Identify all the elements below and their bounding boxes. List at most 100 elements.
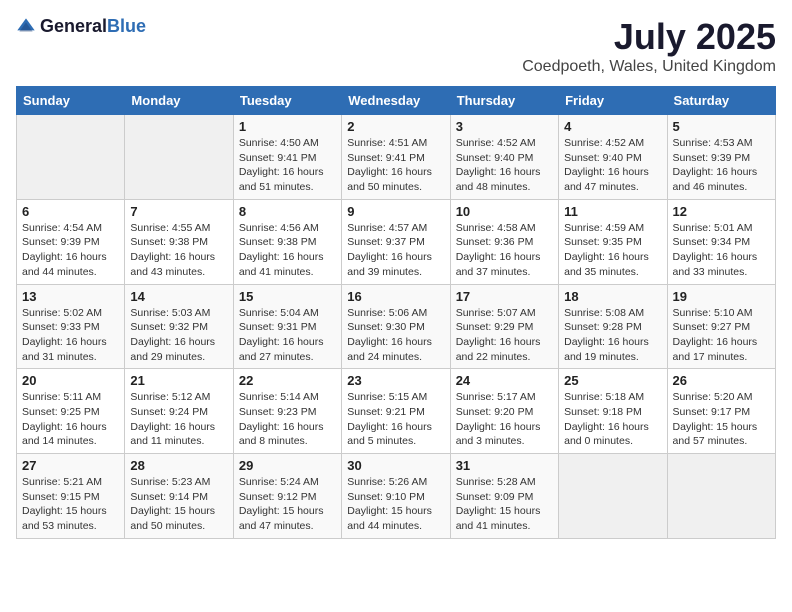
day-number: 4 <box>564 119 661 134</box>
day-number: 25 <box>564 373 661 388</box>
day-detail: Sunrise: 5:14 AMSunset: 9:23 PMDaylight:… <box>239 391 324 447</box>
day-number: 11 <box>564 204 661 219</box>
day-number: 14 <box>130 289 227 304</box>
title-area: July 2025 Coedpoeth, Wales, United Kingd… <box>522 16 776 76</box>
day-number: 26 <box>673 373 770 388</box>
calendar-cell: 21 Sunrise: 5:12 AMSunset: 9:24 PMDayligh… <box>125 369 233 454</box>
day-detail: Sunrise: 5:03 AMSunset: 9:32 PMDaylight:… <box>130 307 215 363</box>
logo-icon <box>16 17 36 37</box>
logo-general: General <box>40 16 107 36</box>
day-number: 30 <box>347 458 444 473</box>
day-number: 6 <box>22 204 119 219</box>
header-saturday: Saturday <box>667 87 775 115</box>
day-detail: Sunrise: 5:12 AMSunset: 9:24 PMDaylight:… <box>130 391 215 447</box>
day-detail: Sunrise: 4:56 AMSunset: 9:38 PMDaylight:… <box>239 222 324 278</box>
calendar-cell: 17 Sunrise: 5:07 AMSunset: 9:29 PMDayligh… <box>450 284 558 369</box>
header-friday: Friday <box>559 87 667 115</box>
calendar-cell: 26 Sunrise: 5:20 AMSunset: 9:17 PMDayligh… <box>667 369 775 454</box>
day-number: 5 <box>673 119 770 134</box>
day-detail: Sunrise: 5:04 AMSunset: 9:31 PMDaylight:… <box>239 307 324 363</box>
day-detail: Sunrise: 5:20 AMSunset: 9:17 PMDaylight:… <box>673 391 758 447</box>
calendar-week-row: 20Sunrise: 5:11 AMSunset: 9:25 PMDayligh… <box>17 369 776 454</box>
day-detail: Sunrise: 5:11 AMSunset: 9:25 PMDaylight:… <box>22 391 107 447</box>
calendar-cell: 18Sunrise: 5:08 AMSunset: 9:28 PMDayligh… <box>559 284 667 369</box>
day-detail: Sunrise: 5:17 AMSunset: 9:20 PMDaylight:… <box>456 391 541 447</box>
logo-blue: Blue <box>107 16 146 36</box>
day-detail: Sunrise: 5:10 AMSunset: 9:27 PMDaylight:… <box>673 307 758 363</box>
calendar-cell: 13 Sunrise: 5:02 AMSunset: 9:33 PMDayligh… <box>17 284 125 369</box>
calendar-week-row: 13 Sunrise: 5:02 AMSunset: 9:33 PMDayligh… <box>17 284 776 369</box>
header-tuesday: Tuesday <box>233 87 341 115</box>
calendar-cell: 29 Sunrise: 5:24 AMSunset: 9:12 PMDayligh… <box>233 454 341 539</box>
logo-text: GeneralBlue <box>40 16 146 37</box>
day-number: 31 <box>456 458 553 473</box>
header-monday: Monday <box>125 87 233 115</box>
main-title: July 2025 <box>522 16 776 58</box>
calendar-header-row: SundayMondayTuesdayWednesdayThursdayFrid… <box>17 87 776 115</box>
day-number: 27 <box>22 458 119 473</box>
day-number: 23 <box>347 373 444 388</box>
day-detail: Sunrise: 5:24 AMSunset: 9:12 PMDaylight:… <box>239 476 324 532</box>
calendar-cell: 24Sunrise: 5:17 AMSunset: 9:20 PMDayligh… <box>450 369 558 454</box>
day-number: 17 <box>456 289 553 304</box>
day-number: 15 <box>239 289 336 304</box>
day-detail: Sunrise: 5:18 AMSunset: 9:18 PMDaylight:… <box>564 391 649 447</box>
calendar-week-row: 6Sunrise: 4:54 AMSunset: 9:39 PMDaylight… <box>17 199 776 284</box>
calendar-cell: 4Sunrise: 4:52 AMSunset: 9:40 PMDaylight… <box>559 115 667 200</box>
calendar-cell <box>559 454 667 539</box>
header-wednesday: Wednesday <box>342 87 450 115</box>
calendar-cell: 9Sunrise: 4:57 AMSunset: 9:37 PMDaylight… <box>342 199 450 284</box>
calendar-cell: 2 Sunrise: 4:51 AMSunset: 9:41 PMDaylight… <box>342 115 450 200</box>
calendar-cell: 14 Sunrise: 5:03 AMSunset: 9:32 PMDayligh… <box>125 284 233 369</box>
calendar-cell: 16 Sunrise: 5:06 AMSunset: 9:30 PMDayligh… <box>342 284 450 369</box>
calendar-cell: 1 Sunrise: 4:50 AMSunset: 9:41 PMDaylight… <box>233 115 341 200</box>
calendar-cell: 15 Sunrise: 5:04 AMSunset: 9:31 PMDayligh… <box>233 284 341 369</box>
day-detail: Sunrise: 5:02 AMSunset: 9:33 PMDaylight:… <box>22 307 107 363</box>
calendar-cell: 6Sunrise: 4:54 AMSunset: 9:39 PMDaylight… <box>17 199 125 284</box>
calendar-cell <box>125 115 233 200</box>
day-detail: Sunrise: 4:57 AMSunset: 9:37 PMDaylight:… <box>347 222 432 278</box>
calendar-cell: 27Sunrise: 5:21 AMSunset: 9:15 PMDayligh… <box>17 454 125 539</box>
calendar-cell: 22Sunrise: 5:14 AMSunset: 9:23 PMDayligh… <box>233 369 341 454</box>
calendar-cell: 25 Sunrise: 5:18 AMSunset: 9:18 PMDayligh… <box>559 369 667 454</box>
day-number: 13 <box>22 289 119 304</box>
day-number: 28 <box>130 458 227 473</box>
day-number: 10 <box>456 204 553 219</box>
subtitle: Coedpoeth, Wales, United Kingdom <box>522 58 776 76</box>
day-detail: Sunrise: 4:59 AMSunset: 9:35 PMDaylight:… <box>564 222 649 278</box>
day-detail: Sunrise: 4:51 AMSunset: 9:41 PMDaylight:… <box>347 137 432 193</box>
day-detail: Sunrise: 4:53 AMSunset: 9:39 PMDaylight:… <box>673 137 758 193</box>
calendar-cell: 30 Sunrise: 5:26 AMSunset: 9:10 PMDayligh… <box>342 454 450 539</box>
day-detail: Sunrise: 5:06 AMSunset: 9:30 PMDaylight:… <box>347 307 432 363</box>
day-number: 8 <box>239 204 336 219</box>
calendar-cell: 19 Sunrise: 5:10 AMSunset: 9:27 PMDayligh… <box>667 284 775 369</box>
calendar-cell <box>17 115 125 200</box>
header-thursday: Thursday <box>450 87 558 115</box>
calendar-cell <box>667 454 775 539</box>
day-detail: Sunrise: 5:28 AMSunset: 9:09 PMDaylight:… <box>456 476 541 532</box>
day-detail: Sunrise: 5:08 AMSunset: 9:28 PMDaylight:… <box>564 307 649 363</box>
day-number: 16 <box>347 289 444 304</box>
day-number: 29 <box>239 458 336 473</box>
day-number: 1 <box>239 119 336 134</box>
day-detail: Sunrise: 5:15 AMSunset: 9:21 PMDaylight:… <box>347 391 432 447</box>
day-detail: Sunrise: 5:23 AMSunset: 9:14 PMDaylight:… <box>130 476 215 532</box>
day-detail: Sunrise: 4:52 AMSunset: 9:40 PMDaylight:… <box>456 137 541 193</box>
day-number: 19 <box>673 289 770 304</box>
calendar-week-row: 27Sunrise: 5:21 AMSunset: 9:15 PMDayligh… <box>17 454 776 539</box>
calendar-cell: 23 Sunrise: 5:15 AMSunset: 9:21 PMDayligh… <box>342 369 450 454</box>
logo: GeneralBlue <box>16 16 146 37</box>
calendar-cell: 28 Sunrise: 5:23 AMSunset: 9:14 PMDayligh… <box>125 454 233 539</box>
header-sunday: Sunday <box>17 87 125 115</box>
day-detail: Sunrise: 4:55 AMSunset: 9:38 PMDaylight:… <box>130 222 215 278</box>
day-detail: Sunrise: 5:07 AMSunset: 9:29 PMDaylight:… <box>456 307 541 363</box>
day-number: 21 <box>130 373 227 388</box>
day-detail: Sunrise: 4:50 AMSunset: 9:41 PMDaylight:… <box>239 137 324 193</box>
day-detail: Sunrise: 5:26 AMSunset: 9:10 PMDaylight:… <box>347 476 432 532</box>
calendar-cell: 10 Sunrise: 4:58 AMSunset: 9:36 PMDayligh… <box>450 199 558 284</box>
calendar-table: SundayMondayTuesdayWednesdayThursdayFrid… <box>16 86 776 539</box>
calendar-cell: 31 Sunrise: 5:28 AMSunset: 9:09 PMDayligh… <box>450 454 558 539</box>
day-detail: Sunrise: 4:58 AMSunset: 9:36 PMDaylight:… <box>456 222 541 278</box>
day-number: 2 <box>347 119 444 134</box>
calendar-cell: 7Sunrise: 4:55 AMSunset: 9:38 PMDaylight… <box>125 199 233 284</box>
